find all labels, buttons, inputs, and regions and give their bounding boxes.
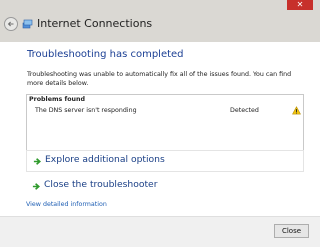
dialog-footer: Close <box>0 216 320 247</box>
problem-name: The DNS server isn't responding <box>35 107 137 114</box>
explore-options-label: Explore additional options <box>45 154 165 165</box>
problem-status: Detected <box>230 107 259 114</box>
green-arrow-icon <box>33 158 41 165</box>
back-button[interactable] <box>4 17 18 31</box>
green-arrow-icon <box>32 183 40 190</box>
main-content: Troubleshooting has completed Troublesho… <box>0 42 320 216</box>
description-text: Troubleshooting was unable to automatica… <box>27 71 292 87</box>
problems-header: Problems found <box>29 96 86 103</box>
close-troubleshooter-label: Close the troubleshooter <box>44 179 158 190</box>
window-title: Internet Connections <box>37 17 153 30</box>
network-icon <box>22 19 33 29</box>
problem-row[interactable]: The DNS server isn't responding Detected <box>27 105 303 118</box>
explore-options-box: Explore additional options <box>26 150 304 172</box>
page-heading: Troubleshooting has completed <box>27 49 184 60</box>
warning-icon <box>292 106 301 115</box>
title-bar: ✕ Internet Connections <box>0 0 320 42</box>
back-arrow-icon <box>7 21 14 27</box>
close-button[interactable]: Close <box>274 224 309 238</box>
window-close-button[interactable]: ✕ <box>287 0 313 10</box>
troubleshooter-window: ✕ Internet Connections Troubleshooting h… <box>0 0 320 247</box>
view-detailed-information-link[interactable]: View detailed information <box>26 201 107 208</box>
